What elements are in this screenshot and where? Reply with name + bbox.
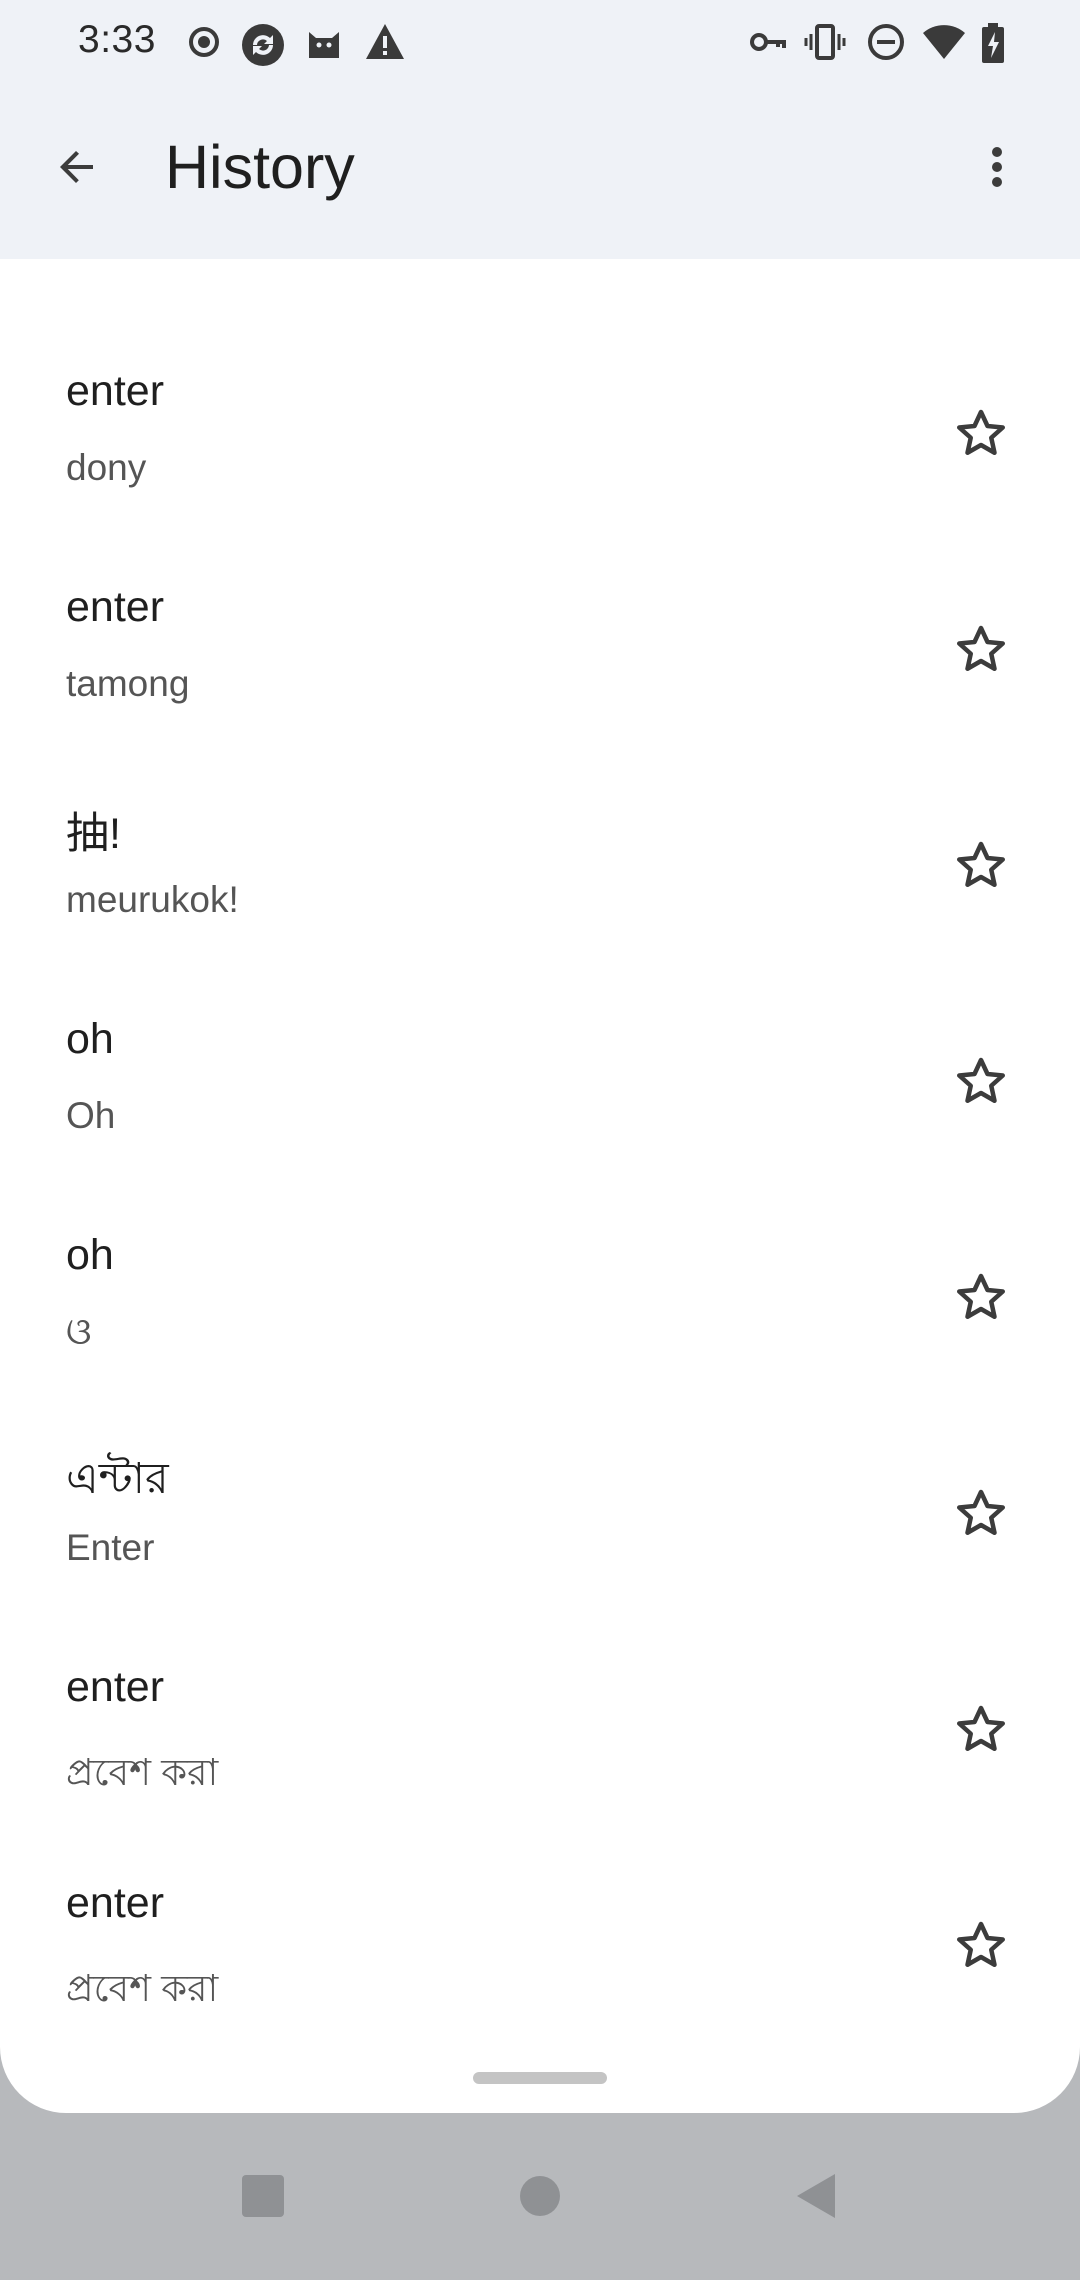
history-item-source: oh [66, 1015, 114, 1063]
history-item-source: oh [66, 1231, 114, 1279]
gesture-handle[interactable] [473, 2072, 607, 2084]
star-outline-icon [957, 841, 1005, 887]
star-button[interactable] [940, 393, 1022, 475]
app-bar: History [0, 90, 1080, 259]
history-screen: 3:33 History enter dony enter tamong 抽! … [0, 0, 1080, 2280]
history-item-translation: Enter [66, 1527, 155, 1568]
warning-icon [364, 22, 406, 67]
status-time: 3:33 [78, 18, 156, 61]
vibrate-icon [804, 22, 846, 67]
home-button[interactable] [505, 2161, 575, 2231]
history-item[interactable]: enter tamong [0, 559, 1080, 775]
history-item-source: enter [66, 1879, 165, 1927]
history-item[interactable]: enter dony [0, 343, 1080, 559]
status-bar: 3:33 [0, 0, 1080, 90]
history-item[interactable]: oh Oh [0, 991, 1080, 1207]
cat-icon [304, 22, 344, 67]
star-outline-icon [957, 409, 1005, 455]
history-item[interactable]: oh ଓ [0, 1207, 1080, 1423]
star-outline-icon [957, 625, 1005, 671]
star-button[interactable] [940, 1041, 1022, 1123]
history-item-source: enter [66, 367, 165, 415]
history-item-translation: Oh [66, 1095, 116, 1136]
star-outline-icon [957, 1705, 1005, 1751]
star-outline-icon [957, 1921, 1005, 1967]
history-item[interactable]: 抽! meurukok! [0, 775, 1080, 991]
wifi-icon [922, 22, 966, 67]
star-outline-icon [957, 1057, 1005, 1103]
history-item-translation: tamong [66, 663, 190, 704]
history-item-translation: ଓ [66, 1311, 92, 1352]
history-item-source: এন্টার [66, 1455, 169, 1503]
star-button[interactable] [940, 825, 1022, 907]
history-item-translation: dony [66, 447, 147, 488]
vpn-key-icon [748, 22, 788, 67]
history-item-translation: প্রবেশ করা [66, 1752, 219, 1793]
back-triangle-icon [797, 2174, 835, 2218]
recents-square-icon [242, 2175, 284, 2217]
star-outline-icon [957, 1273, 1005, 1319]
history-item-source: 抽! [66, 810, 121, 858]
history-item[interactable]: enter প্রবেশ করা [0, 1639, 1080, 1855]
sync-icon [240, 22, 286, 73]
star-button[interactable] [940, 1689, 1022, 1771]
star-button[interactable] [940, 1905, 1022, 1987]
history-list: enter dony enter tamong 抽! meurukok! oh Oh oh ଓ এন… [0, 343, 1080, 2071]
history-item-source: enter [66, 1663, 165, 1711]
history-item[interactable]: এন্টার Enter [0, 1423, 1080, 1639]
more-options-button[interactable] [960, 130, 1034, 204]
history-item[interactable]: enter প্রবেশ করা [0, 1855, 1080, 2071]
history-list-container[interactable]: lok enterdonyentertamong抽!meurukok!ohOho… [0, 259, 1080, 2113]
recents-button[interactable] [228, 2161, 298, 2231]
star-button[interactable] [940, 1257, 1022, 1339]
back-button[interactable] [40, 130, 114, 204]
do-not-disturb-icon [866, 22, 906, 67]
partial-history-item[interactable]: lok [66, 259, 117, 268]
record-icon [184, 22, 224, 67]
star-button[interactable] [940, 1473, 1022, 1555]
page-title: History [165, 133, 355, 201]
more-vert-icon [992, 147, 1002, 187]
history-item-source: enter [66, 583, 165, 631]
star-outline-icon [957, 1489, 1005, 1535]
history-item-translation: meurukok! [66, 879, 239, 920]
back-nav-button[interactable] [782, 2161, 852, 2231]
star-button[interactable] [940, 609, 1022, 691]
arrow-back-icon [60, 151, 93, 183]
battery-charging-icon [980, 22, 1006, 69]
home-circle-icon [520, 2176, 560, 2216]
navigation-bar [0, 2113, 1080, 2280]
history-item-translation: প্রবেশ করা [66, 1968, 219, 2009]
